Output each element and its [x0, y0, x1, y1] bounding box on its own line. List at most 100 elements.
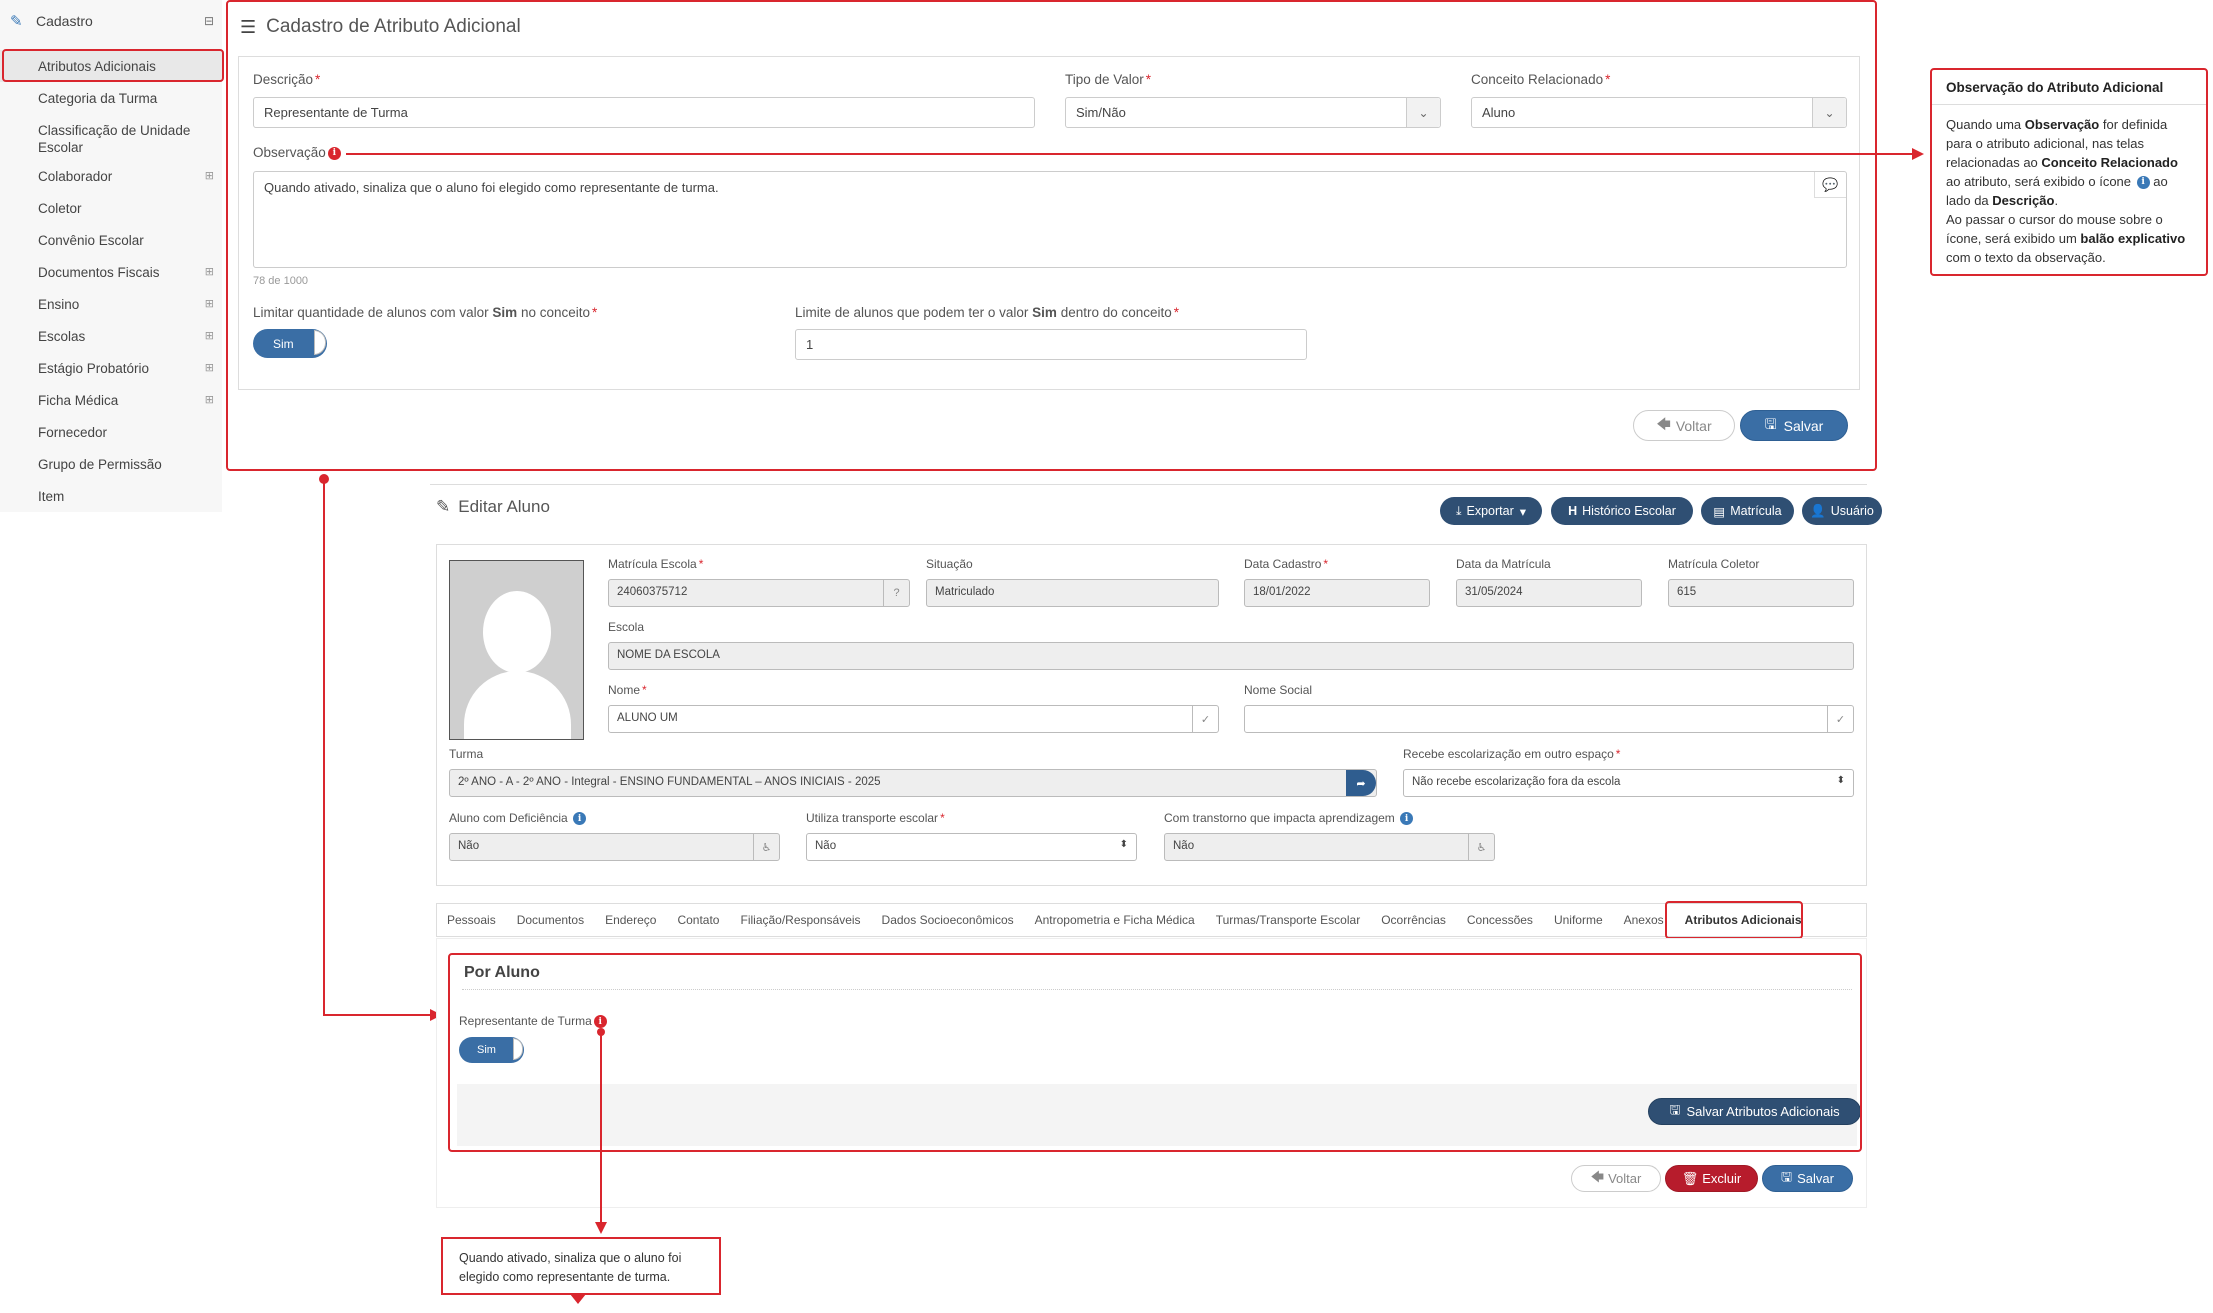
tab-dados-socioeconomicos[interactable]: Dados Socioeconômicos: [882, 913, 1014, 927]
salvar-atributos-button[interactable]: 🖫 Salvar Atributos Adicionais: [1648, 1098, 1861, 1125]
tab-anexos[interactable]: Anexos: [1624, 913, 1664, 927]
tab-documentos[interactable]: Documentos: [517, 913, 584, 927]
arrow-head-down: [595, 1222, 607, 1234]
student-box: Matrícula Escola * 24060375712 ? Situação…: [436, 544, 1867, 886]
chevron-down-icon[interactable]: ⌄: [1812, 98, 1846, 127]
tab-concessoes[interactable]: Concessões: [1467, 913, 1533, 927]
excluir-label: Excluir: [1702, 1171, 1742, 1186]
data-matricula-input: 31/05/2024: [1456, 579, 1642, 607]
sidebar-item-fornecedor[interactable]: Fornecedor: [0, 416, 222, 448]
student-photo[interactable]: [449, 560, 584, 740]
editar-aluno-title: ✎ Editar Aluno: [436, 497, 550, 517]
expand-icon[interactable]: ⊞: [205, 296, 214, 313]
situacao-input: Matriculado: [926, 579, 1219, 607]
sidebar-item-label: Estágio Probatório: [38, 361, 150, 376]
deficiencia-input: Não ♿: [449, 833, 780, 861]
salvar-button[interactable]: 🖫 Salvar: [1740, 410, 1848, 441]
sidebar-item-colaborador[interactable]: Colaborador ⊞: [0, 160, 222, 192]
sidebar-item-ensino[interactable]: Ensino ⊞: [0, 288, 222, 320]
turma-label: Turma: [449, 747, 484, 761]
attr-representante-toggle[interactable]: Sim: [459, 1037, 524, 1063]
tab-pessoais[interactable]: Pessoais: [447, 913, 496, 927]
arrow-left-icon: 🡄: [1656, 415, 1671, 432]
tab-turmas-transporte[interactable]: Turmas/Transporte Escolar: [1216, 913, 1361, 927]
exportar-button[interactable]: ⤓ Exportar ▾: [1440, 497, 1542, 525]
tab-endereco[interactable]: Endereço: [605, 913, 656, 927]
save-icon: 🖫: [1669, 1101, 1681, 1117]
escola-label: Escola: [608, 620, 645, 634]
sidebar-item-atributos-adicionais[interactable]: Atributos Adicionais: [0, 50, 222, 82]
voltar-button[interactable]: 🡄 Voltar: [1633, 410, 1735, 441]
sidebar-item-estagio-probatorio[interactable]: Estágio Probatório ⊞: [0, 352, 222, 384]
matricula-button[interactable]: ▤ Matrícula: [1701, 497, 1794, 525]
sidebar-item-grupo-de-permissao[interactable]: Grupo de Permissão: [0, 448, 222, 480]
editar-aluno-title-text: Editar Aluno: [458, 497, 550, 516]
form-box: Descrição * Representante de Turma Tipo d…: [238, 56, 1860, 390]
info-icon[interactable]: i: [593, 1015, 607, 1029]
collapse-icon[interactable]: ⊟: [204, 14, 214, 28]
sidebar-item-label: Coletor: [38, 201, 82, 216]
sidebar-item-escolas[interactable]: Escolas ⊞: [0, 320, 222, 352]
sidebar-item-ficha-medica[interactable]: Ficha Médica ⊞: [0, 384, 222, 416]
historico-escolar-button[interactable]: H Histórico Escolar: [1551, 497, 1693, 525]
arrow-head-right: [1912, 148, 1924, 160]
recebe-label: Recebe escolarização em outro espaço *: [1403, 747, 1621, 761]
chevron-down-icon[interactable]: ⌄: [1406, 98, 1440, 127]
expand-icon[interactable]: ⊞: [205, 392, 214, 409]
comment-icon[interactable]: 💬: [1814, 172, 1846, 198]
limite-input[interactable]: 1: [795, 329, 1307, 360]
sidebar-item-label: Ficha Médica: [38, 393, 119, 408]
info-icon[interactable]: i: [1400, 812, 1414, 826]
expand-icon[interactable]: ⊞: [205, 168, 214, 185]
conceito-select[interactable]: Aluno ⌄: [1471, 97, 1847, 128]
sidebar-item-label: Item: [38, 489, 65, 504]
tab-filiacao[interactable]: Filiação/Responsáveis: [740, 913, 860, 927]
note-box: Observação do Atributo Adicional Quando …: [1930, 68, 2208, 276]
tab-uniforme[interactable]: Uniforme: [1554, 913, 1603, 927]
excluir-button[interactable]: 🗑 Excluir: [1665, 1165, 1758, 1192]
tab-antropometria[interactable]: Antropometria e Ficha Médica: [1035, 913, 1195, 927]
limitar-toggle[interactable]: Sim: [253, 329, 327, 358]
sidebar-item-documentos-fiscais[interactable]: Documentos Fiscais ⊞: [0, 256, 222, 288]
sidebar-item-item[interactable]: Item: [0, 480, 222, 512]
connector-vertical-2: [600, 1034, 602, 1224]
tipo-valor-select[interactable]: Sim/Não ⌄: [1065, 97, 1441, 128]
sidebar-item-coletor[interactable]: Coletor: [0, 192, 222, 224]
file-icon: ▤: [1713, 504, 1726, 519]
edit-icon: ✎: [436, 497, 451, 516]
expand-icon[interactable]: ⊞: [205, 360, 214, 377]
observacao-textarea[interactable]: Quando ativado, sinaliza que o aluno foi…: [253, 171, 1847, 268]
info-icon[interactable]: i: [327, 146, 341, 160]
aluno-salvar-button[interactable]: 🖫 Salvar: [1762, 1165, 1853, 1192]
nome-social-input[interactable]: ✓: [1244, 705, 1854, 733]
sidebar-item-label: Documentos Fiscais: [38, 265, 160, 280]
share-icon[interactable]: ➦: [1346, 770, 1376, 796]
recebe-select[interactable]: Não recebe escolarização fora da escola …: [1403, 769, 1854, 797]
nome-input[interactable]: ALUNO UM ✓: [608, 705, 1219, 733]
matricula-escola-label: Matrícula Escola *: [608, 557, 704, 571]
tab-atributos-adicionais[interactable]: Atributos Adicionais: [1685, 913, 1802, 927]
page-title-text: Cadastro de Atributo Adicional: [266, 16, 521, 37]
sidebar-item-classificacao[interactable]: Classificação de Unidade Escolar: [0, 114, 222, 160]
tab-ocorrencias[interactable]: Ocorrências: [1381, 913, 1446, 927]
transporte-select[interactable]: Não ⬍: [806, 833, 1137, 861]
info-icon[interactable]: i: [573, 812, 587, 826]
sidebar-item-categoria-da-turma[interactable]: Categoria da Turma: [0, 82, 222, 114]
expand-icon[interactable]: ⊞: [205, 328, 214, 345]
tab-contato[interactable]: Contato: [677, 913, 719, 927]
usuario-button[interactable]: 👤 Usuário: [1802, 497, 1882, 525]
escola-input: NOME DA ESCOLA: [608, 642, 1854, 670]
salvar-label: Salvar: [1783, 417, 1824, 434]
sidebar-header-cadastro[interactable]: ✎ Cadastro ⊟: [0, 0, 222, 42]
section-title: Por Aluno: [464, 964, 540, 981]
arrow-left-icon: 🡄: [1590, 1168, 1605, 1184]
question-icon[interactable]: ?: [883, 580, 909, 606]
matricula-escola-input[interactable]: 24060375712 ?: [608, 579, 910, 607]
sidebar: ✎ Cadastro ⊟ Atributos Adicionais Catego…: [0, 0, 222, 512]
aluno-voltar-button[interactable]: 🡄 Voltar: [1571, 1165, 1661, 1192]
descricao-input[interactable]: Representante de Turma: [253, 97, 1035, 128]
wheelchair-icon: ♿: [753, 834, 779, 860]
expand-icon[interactable]: ⊞: [205, 264, 214, 281]
nome-label: Nome *: [608, 683, 647, 697]
sidebar-item-convenio-escolar[interactable]: Convênio Escolar: [0, 224, 222, 256]
